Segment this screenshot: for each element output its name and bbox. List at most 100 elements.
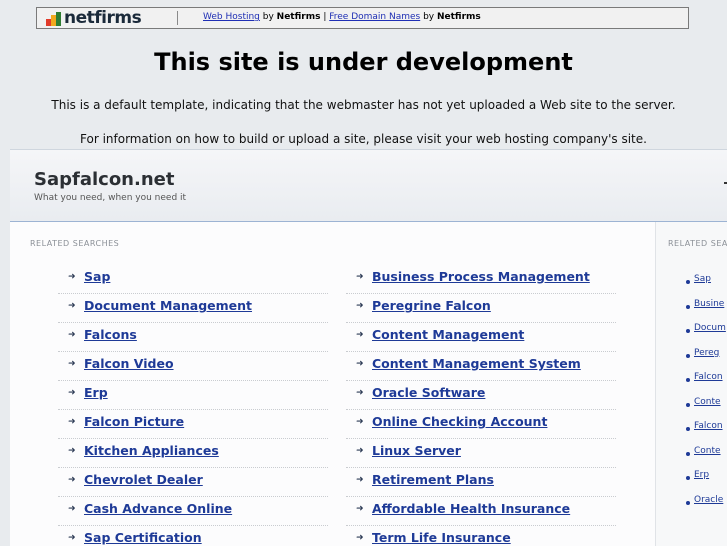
- bullet-icon: [686, 451, 690, 456]
- related-search-link[interactable]: Chevrolet Dealer: [84, 472, 203, 487]
- sidebar-link[interactable]: Falcon: [694, 421, 723, 431]
- site-header: Sapfalcon.net What you need, when you ne…: [10, 150, 727, 222]
- notice-text: For information on how to build or uploa…: [80, 132, 647, 146]
- related-searches-label: RELATED SEARCHES: [30, 239, 120, 248]
- list-item: ➜ Kitchen Appliances: [58, 440, 328, 468]
- bullet-icon: [686, 427, 690, 431]
- bullet-icon: [686, 500, 690, 505]
- related-search-link[interactable]: Term Life Insurance: [372, 530, 511, 545]
- site-tagline: What you need, when you need it: [34, 193, 187, 203]
- bullet-icon: [686, 353, 690, 358]
- netfirms-logo-text: netfirms: [64, 8, 142, 28]
- sidebar-link[interactable]: Conte: [694, 397, 721, 407]
- related-search-link[interactable]: Falcon Video: [84, 356, 174, 371]
- page-title: This site is under development: [154, 48, 573, 76]
- parked-page-panel: Sapfalcon.net What you need, when you ne…: [10, 149, 727, 546]
- arrow-right-icon: ➜: [356, 533, 364, 543]
- arrow-right-icon: ➜: [68, 475, 76, 485]
- list-item: ➜ Affordable Health Insurance: [346, 498, 616, 526]
- arrow-right-icon: ➜: [68, 533, 76, 543]
- netfirms-banner: netfirms Web Hosting by Netfirms | Free …: [36, 7, 689, 29]
- arrow-right-icon: ➜: [68, 272, 76, 282]
- bullet-icon: [686, 304, 690, 309]
- related-search-link[interactable]: Erp: [84, 385, 108, 400]
- related-search-link[interactable]: Peregrine Falcon: [372, 298, 491, 313]
- list-item: ➜ Cash Advance Online: [58, 498, 328, 526]
- arrow-right-icon: ➜: [356, 446, 364, 456]
- related-searches-sidebar: RELATED SEA Sap Busine Docum Pereg Falco…: [656, 222, 727, 546]
- list-item: ➜ Sap Certification: [58, 527, 328, 546]
- list-item: ➜ Retirement Plans: [346, 469, 616, 497]
- banner-by-text: by: [420, 12, 437, 22]
- related-search-link[interactable]: Oracle Software: [372, 385, 485, 400]
- list-item: ➜ Oracle Software: [346, 382, 616, 410]
- notice-text: This is a default template, indicating t…: [51, 98, 676, 112]
- arrow-right-icon: ➜: [356, 504, 364, 514]
- list-item: ➜ Business Process Management: [346, 266, 616, 294]
- related-search-link[interactable]: Affordable Health Insurance: [372, 501, 570, 516]
- list-item: ➜ Sap: [58, 266, 328, 294]
- arrow-right-icon: ➜: [68, 504, 76, 514]
- sidebar-link[interactable]: Conte: [694, 446, 721, 456]
- banner-brand: Netfirms: [276, 12, 321, 22]
- list-item: ➜ Content Management System: [346, 353, 616, 381]
- banner-links: Web Hosting by Netfirms | Free Domain Na…: [203, 12, 481, 22]
- free-domain-names-link[interactable]: Free Domain Names: [329, 12, 420, 22]
- bullet-icon: [686, 329, 690, 333]
- sidebar-link[interactable]: Docum: [694, 323, 726, 333]
- web-hosting-link[interactable]: Web Hosting: [203, 12, 260, 22]
- sidebar-link[interactable]: Sap: [694, 274, 711, 284]
- bullet-icon: [686, 378, 690, 382]
- arrow-right-icon: ➜: [356, 475, 364, 485]
- netfirms-logo-icon: [46, 12, 61, 26]
- list-item: ➜ Online Checking Account: [346, 411, 616, 439]
- arrow-right-icon: ➜: [68, 446, 76, 456]
- sidebar-link[interactable]: Busine: [694, 299, 724, 309]
- related-search-link[interactable]: Document Management: [84, 298, 252, 313]
- related-searches-left-column: ➜ Sap ➜ Document Management ➜ Falcons ➜ Falc…: [58, 266, 328, 546]
- banner-separator: |: [320, 12, 330, 22]
- site-name: Sapfalcon.net: [34, 169, 175, 190]
- related-search-link[interactable]: Cash Advance Online: [84, 501, 232, 516]
- related-searches-main: RELATED SEARCHES ➜ Sap ➜ Document Manageme…: [10, 222, 656, 546]
- arrow-right-icon: ➜: [356, 388, 364, 398]
- related-search-link[interactable]: Content Management: [372, 327, 524, 342]
- related-search-link[interactable]: Content Management System: [372, 356, 581, 371]
- related-search-link[interactable]: Business Process Management: [372, 269, 590, 284]
- list-item: ➜ Peregrine Falcon: [346, 295, 616, 323]
- sidebar-link[interactable]: Pereg: [694, 348, 719, 358]
- list-item: ➜ Document Management: [58, 295, 328, 323]
- banner-divider: [177, 11, 178, 25]
- bullet-icon: [686, 402, 690, 407]
- related-search-link[interactable]: Retirement Plans: [372, 472, 494, 487]
- arrow-right-icon: ➜: [68, 330, 76, 340]
- related-search-link[interactable]: Linux Server: [372, 443, 461, 458]
- related-search-link[interactable]: Online Checking Account: [372, 414, 547, 429]
- arrow-right-icon: ➜: [356, 359, 364, 369]
- related-search-link[interactable]: Falcon Picture: [84, 414, 184, 429]
- list-item: ➜ Linux Server: [346, 440, 616, 468]
- banner-brand: Netfirms: [436, 12, 481, 22]
- list-item: ➜ Falcons: [58, 324, 328, 352]
- list-item: ➜ Falcon Video: [58, 353, 328, 381]
- sidebar-link[interactable]: Oracle: [694, 495, 723, 505]
- arrow-right-icon: ➜: [68, 388, 76, 398]
- arrow-right-icon: ➜: [68, 417, 76, 427]
- list-item: ➜ Falcon Picture: [58, 411, 328, 439]
- related-search-link[interactable]: Falcons: [84, 327, 137, 342]
- arrow-right-icon: ➜: [356, 301, 364, 311]
- bullet-icon: [686, 476, 690, 480]
- banner-by-text: by: [259, 12, 277, 22]
- arrow-right-icon: ➜: [356, 417, 364, 427]
- list-item: ➜ Content Management: [346, 324, 616, 352]
- arrow-right-icon: ➜: [68, 301, 76, 311]
- related-search-link[interactable]: Sap Certification: [84, 530, 202, 545]
- arrow-right-icon: ➜: [68, 359, 76, 369]
- arrow-right-icon: ➜: [356, 330, 364, 340]
- sidebar-link[interactable]: Erp: [694, 470, 709, 480]
- list-item: ➜ Erp: [58, 382, 328, 410]
- related-search-link[interactable]: Sap: [84, 269, 110, 284]
- sidebar-link[interactable]: Falcon: [694, 372, 723, 382]
- related-search-link[interactable]: Kitchen Appliances: [84, 443, 219, 458]
- list-item: ➜ Term Life Insurance: [346, 527, 616, 546]
